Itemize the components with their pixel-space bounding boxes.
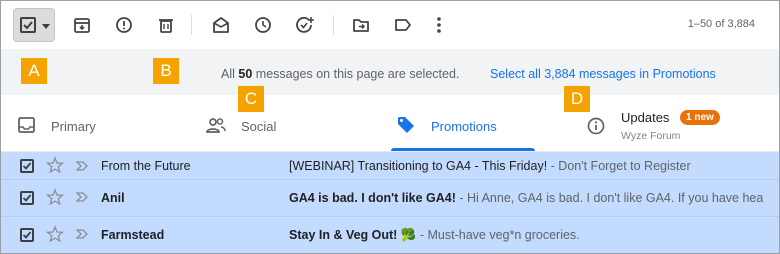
more-icon[interactable] <box>427 13 451 37</box>
chevron-down-icon[interactable] <box>42 24 50 29</box>
list-item[interactable]: Anil GA4 is bad. I don't like GA4! - Hi … <box>1 180 779 217</box>
importance-marker-icon[interactable] <box>76 192 88 202</box>
mark-read-icon[interactable] <box>209 13 233 37</box>
snooze-icon[interactable] <box>251 13 275 37</box>
checkbox-checked-icon <box>20 17 36 33</box>
tag-icon <box>398 117 414 133</box>
subject-line: GA4 is bad. I don't like GA4! - Hi Anne,… <box>289 191 763 205</box>
selection-suffix: messages on this page are selected. <box>255 67 460 81</box>
subject-text: [WEBINAR] Transitioning to GA4 - This Fr… <box>289 159 548 173</box>
tab-label: Promotions <box>431 119 497 134</box>
select-all-conversations-link[interactable]: Select all 3,884 messages in Promotions <box>490 67 716 81</box>
gmail-inbox-frame: 1–50 of 3,884 A B All 50 messages on thi… <box>0 0 780 254</box>
tab-label: Primary <box>51 119 96 134</box>
info-icon <box>587 117 605 135</box>
selection-prefix: All <box>221 67 235 81</box>
list-item[interactable]: Farmstead Stay In & Veg Out! 🥦 - Must-ha… <box>1 217 779 253</box>
subject-text: Stay In & Veg Out! 🥦 <box>289 228 417 242</box>
subject-line: [WEBINAR] Transitioning to GA4 - This Fr… <box>289 159 691 173</box>
callout-label-c: C <box>238 86 264 112</box>
importance-marker-icon[interactable] <box>76 161 88 171</box>
label-icon[interactable] <box>391 13 415 37</box>
tab-updates-sender-preview: Wyze Forum <box>621 130 681 142</box>
pagination-text: 1–50 of 3,884 <box>687 18 755 30</box>
new-count-badge: 1 new <box>680 110 720 125</box>
snippet-text: - Must-have veg*n groceries. <box>416 228 580 242</box>
tab-promotions[interactable]: Promotions <box>391 95 585 152</box>
toolbar-divider <box>191 15 192 35</box>
row-checkbox[interactable] <box>20 191 34 205</box>
move-to-icon[interactable] <box>349 13 373 37</box>
add-task-icon[interactable] <box>293 13 317 37</box>
callout-label-b: B <box>153 58 179 84</box>
tab-label: Social <box>241 119 277 134</box>
tab-primary[interactable]: Primary <box>1 95 191 152</box>
active-tab-indicator <box>391 148 535 151</box>
tab-label: Updates <box>621 110 670 125</box>
row-checkbox[interactable] <box>20 228 34 242</box>
people-icon <box>206 118 226 133</box>
subject-line: Stay In & Veg Out! 🥦 - Must-have veg*n g… <box>289 228 580 243</box>
delete-icon[interactable] <box>154 13 178 37</box>
tab-social[interactable]: Social <box>191 95 391 152</box>
star-icon[interactable] <box>46 225 64 243</box>
report-spam-icon[interactable] <box>112 13 136 37</box>
category-tabs: Primary Social Promotions Updates <box>1 95 779 152</box>
selection-message: All 50 messages on this page are selecte… <box>221 67 459 81</box>
sender-name: Farmstead <box>101 228 165 242</box>
sender-name: From the Future <box>101 159 191 173</box>
snippet-text: - Don't Forget to Register <box>547 159 691 173</box>
inbox-icon <box>18 117 35 133</box>
sender-name: Anil <box>101 191 125 205</box>
snippet-text: - Hi Anne, GA4 is bad. I don't like GA4.… <box>455 191 764 205</box>
star-icon[interactable] <box>46 188 64 206</box>
row-checkbox[interactable] <box>20 159 34 173</box>
archive-icon[interactable] <box>70 13 94 37</box>
selection-banner: A B All 50 messages on this page are sel… <box>1 49 779 95</box>
callout-label-a: A <box>21 58 47 84</box>
subject-text: GA4 is bad. I don't like GA4! <box>289 191 456 205</box>
toolbar: 1–50 of 3,884 <box>1 1 779 49</box>
list-item[interactable]: From the Future [WEBINAR] Transitioning … <box>1 152 779 180</box>
star-icon[interactable] <box>46 156 64 174</box>
toolbar-divider <box>333 15 334 35</box>
callout-label-d: D <box>564 86 590 112</box>
select-all-checkbox[interactable] <box>13 8 55 42</box>
selection-count: 50 <box>238 67 253 81</box>
importance-marker-icon[interactable] <box>76 229 88 239</box>
